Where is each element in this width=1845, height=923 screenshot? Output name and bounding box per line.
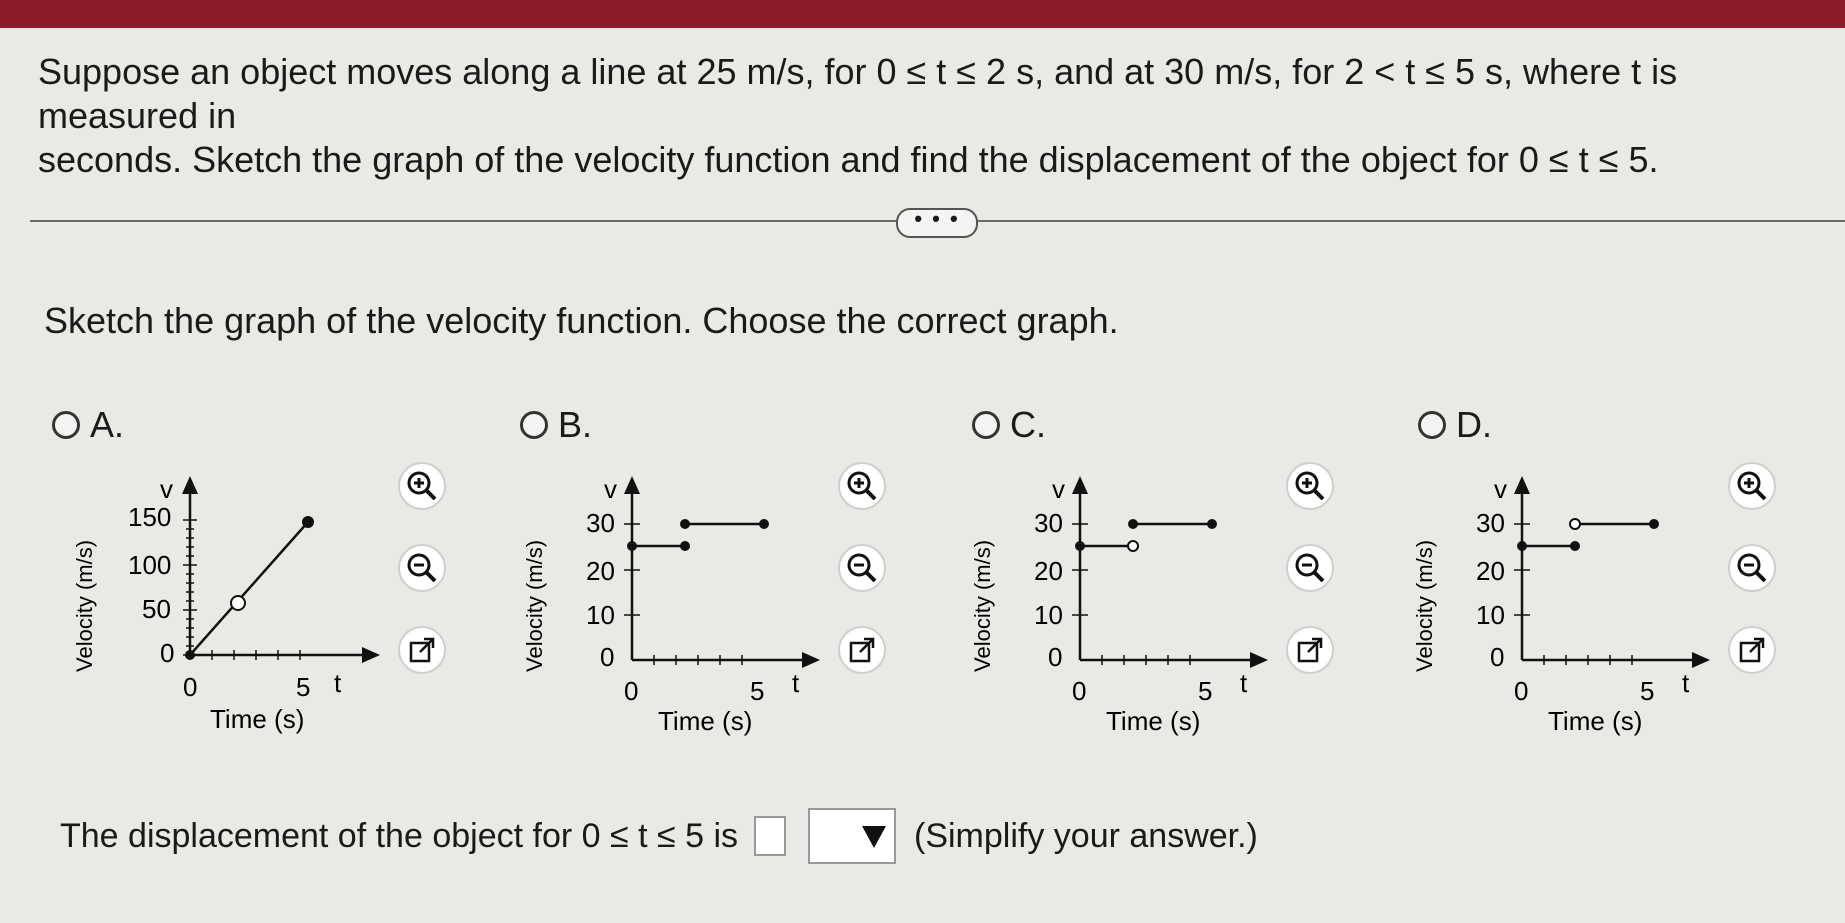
radio-d[interactable] [1418,411,1446,439]
open-external-icon[interactable] [398,626,446,674]
graph-a-xtick-0: 0 [183,672,197,702]
zoom-out-icon[interactable] [1728,544,1776,592]
graph-b: Velocity (m/s) v 30 20 10 0 0 5 t Time (… [520,460,840,740]
graph-b-ytick-30: 30 [586,508,615,538]
zoom-in-icon[interactable] [1728,462,1776,510]
graph-c-xtick-0: 0 [1072,676,1086,706]
graph-a: Velocity (m/s) v 150 100 50 0 0 5 t Time… [70,460,390,740]
graph-d: Velocity (m/s) v 30 20 10 0 0 5 t Time (… [1410,460,1730,740]
graph-a-xlabel: Time (s) [210,704,304,734]
graph-b-xtick-5: 5 [750,676,764,706]
radio-a[interactable] [52,411,80,439]
graph-d-ytick-10: 10 [1476,600,1505,630]
answer-hint: (Simplify your answer.) [914,816,1258,855]
option-b[interactable]: B. [520,404,592,446]
option-a[interactable]: A. [52,404,124,446]
graph-c-tools [1286,462,1346,708]
graph-a-ytick-50: 50 [142,594,171,624]
graph-a-point-open [230,595,246,611]
option-d[interactable]: D. [1418,404,1492,446]
open-external-icon[interactable] [1286,626,1334,674]
graph-b-tlabel: t [792,668,800,698]
prompt-text: Sketch the graph of the velocity functio… [44,300,1119,341]
zoom-in-icon[interactable] [838,462,886,510]
header-bar [0,0,1845,28]
zoom-in-icon[interactable] [1286,462,1334,510]
option-b-label: B. [558,404,593,445]
zoom-in-icon[interactable] [398,462,446,510]
option-c-label: C. [1010,404,1046,445]
graph-d-xlabel: Time (s) [1548,706,1642,736]
graph-d-xtick-5: 5 [1640,676,1654,706]
graph-a-xtick-5: 5 [296,672,310,702]
option-a-label: A. [90,404,125,445]
graph-d-ytick-0: 0 [1490,642,1504,672]
zoom-out-icon[interactable] [1286,544,1334,592]
open-external-icon[interactable] [838,626,886,674]
graph-b-tools [838,462,898,708]
graph-c-ylabel: Velocity (m/s) [970,540,995,672]
question-line-2: seconds. Sketch the graph of the velocit… [38,139,1659,180]
option-c[interactable]: C. [972,404,1046,446]
radio-b[interactable] [520,411,548,439]
graph-b-ytick-0: 0 [600,642,614,672]
graph-b-xtick-0: 0 [624,676,638,706]
graph-b-ylabel: Velocity (m/s) [522,540,547,672]
graph-a-ylabel: Velocity (m/s) [72,540,97,672]
answer-row: The displacement of the object for 0 ≤ t… [60,808,1258,864]
graph-d-ytick-30: 30 [1476,508,1505,538]
graph-a-line [189,521,309,656]
graph-c-tlabel: t [1240,668,1248,698]
radio-c[interactable] [972,411,1000,439]
graph-c-vlabel: v [1052,474,1065,504]
option-d-label: D. [1456,404,1492,445]
graph-a-ytick-100: 100 [128,550,171,580]
graph-c-xlabel: Time (s) [1106,706,1200,736]
graph-a-tlabel: t [334,668,342,698]
graph-c-ytick-0: 0 [1048,642,1062,672]
graph-a-tools [398,462,458,708]
show-more-button[interactable]: • • • [896,208,978,238]
graph-c-ytick-20: 20 [1034,556,1063,586]
displacement-input[interactable] [754,816,786,856]
graph-c-ytick-30: 30 [1034,508,1063,538]
zoom-out-icon[interactable] [398,544,446,592]
graph-c-ytick-10: 10 [1034,600,1063,630]
graph-d-xtick-0: 0 [1514,676,1528,706]
graph-c-xtick-5: 5 [1198,676,1212,706]
chevron-down-icon [862,826,886,848]
graph-b-vlabel: v [604,474,617,504]
units-dropdown[interactable] [808,808,896,864]
graph-b-ytick-10: 10 [586,600,615,630]
zoom-out-icon[interactable] [838,544,886,592]
graph-d-vlabel: v [1494,474,1507,504]
graph-b-xlabel: Time (s) [658,706,752,736]
graph-d-ytick-20: 20 [1476,556,1505,586]
graph-a-point-start [185,650,195,660]
graph-d-tools [1728,462,1788,708]
graph-a-point-end [302,516,314,528]
graph-b-ytick-20: 20 [586,556,615,586]
graph-d-tlabel: t [1682,668,1690,698]
question-line-1: Suppose an object moves along a line at … [38,51,1678,136]
graph-d-ylabel: Velocity (m/s) [1412,540,1437,672]
open-external-icon[interactable] [1728,626,1776,674]
graph-a-vlabel: v [160,474,173,504]
graph-a-ytick-150: 150 [128,502,171,532]
answer-prefix: The displacement of the object for 0 ≤ t… [60,816,738,855]
graph-c: Velocity (m/s) v 30 20 10 0 0 5 t Time (… [968,460,1288,740]
question-text: Suppose an object moves along a line at … [38,50,1828,182]
graph-a-ytick-0: 0 [160,638,174,668]
